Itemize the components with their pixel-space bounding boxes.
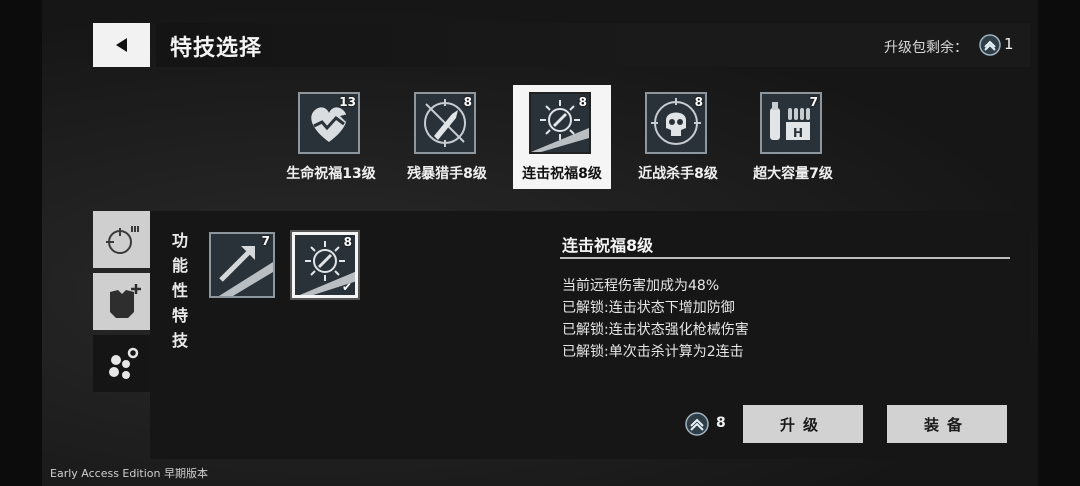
svg-text:H: H	[793, 126, 803, 140]
edition-label: Early Access Edition 早期版本	[50, 467, 208, 480]
remaining-label: 升级包剩余：	[884, 40, 968, 56]
page-title: 特技选择	[170, 36, 263, 61]
category-label: 功能性特技	[171, 231, 188, 350]
perk-level: 13	[339, 95, 356, 109]
upgrade-pack-icon	[979, 34, 1001, 56]
sub-perk-level: 8	[343, 235, 352, 249]
back-arrow-icon	[115, 38, 127, 52]
sub-perk-arrow[interactable]: 7	[209, 232, 275, 298]
tab-offense[interactable]	[93, 211, 150, 268]
perk-card-melee-killer[interactable]: 8 近战杀手8级	[629, 85, 727, 189]
detail-line: 已解锁:单次击杀计算为2连击	[562, 344, 744, 360]
perk-card-large-capacity[interactable]: H 7 超大容量7级	[744, 85, 842, 189]
upgrade-cost: 8	[716, 415, 726, 431]
perk-card-brutal-hunter[interactable]: 8 残暴猎手8级	[398, 85, 496, 189]
perk-selection-screen: 特技选择 升级包剩余： 1 13 生命祝福13级 8 残暴猎手8级 8 连击祝福…	[0, 0, 1080, 486]
sub-perk-combo[interactable]: 8 ✔	[292, 232, 358, 298]
perk-card-combo-blessing[interactable]: 8 连击祝福8级	[513, 85, 611, 189]
armor-plus-icon	[109, 283, 141, 318]
perk-icon-frame: 8	[414, 92, 476, 154]
upgrade-button[interactable]: 升级	[743, 405, 863, 443]
back-button[interactable]	[93, 23, 150, 67]
perk-level: 8	[463, 95, 472, 109]
detail-divider	[560, 257, 1010, 259]
perk-icon-frame: 8	[645, 92, 707, 154]
detail-line: 已解锁:连击状态强化枪械伤害	[562, 322, 749, 338]
equipped-check-icon: ✔	[341, 280, 352, 294]
right-edge	[1038, 0, 1080, 486]
perk-icon-frame: H 7	[760, 92, 822, 154]
perk-level: 8	[578, 95, 587, 109]
tab-defense[interactable]	[93, 273, 150, 330]
sub-perk-level: 7	[261, 234, 270, 248]
perk-icon-frame: 13	[298, 92, 360, 154]
perk-name: 超大容量7级	[753, 166, 833, 182]
gear-cluster-icon	[108, 347, 138, 379]
perk-level: 8	[694, 95, 703, 109]
perk-card-life-blessing[interactable]: 13 生命祝福13级	[282, 85, 380, 189]
tab-utility[interactable]	[93, 335, 150, 392]
detail-title: 连击祝福8级	[562, 236, 654, 255]
detail-line: 当前远程伤害加成为48%	[562, 278, 720, 294]
equip-button[interactable]: 装备	[887, 405, 1007, 443]
perk-icon-frame: 8	[529, 92, 591, 154]
crosshair-icon	[105, 225, 139, 254]
remaining-count: 1	[1004, 35, 1014, 53]
left-edge	[0, 0, 42, 486]
detail-line: 已解锁:连击状态下增加防御	[562, 300, 735, 316]
perk-level: 7	[809, 95, 818, 109]
upgrade-pack-icon	[685, 412, 709, 436]
